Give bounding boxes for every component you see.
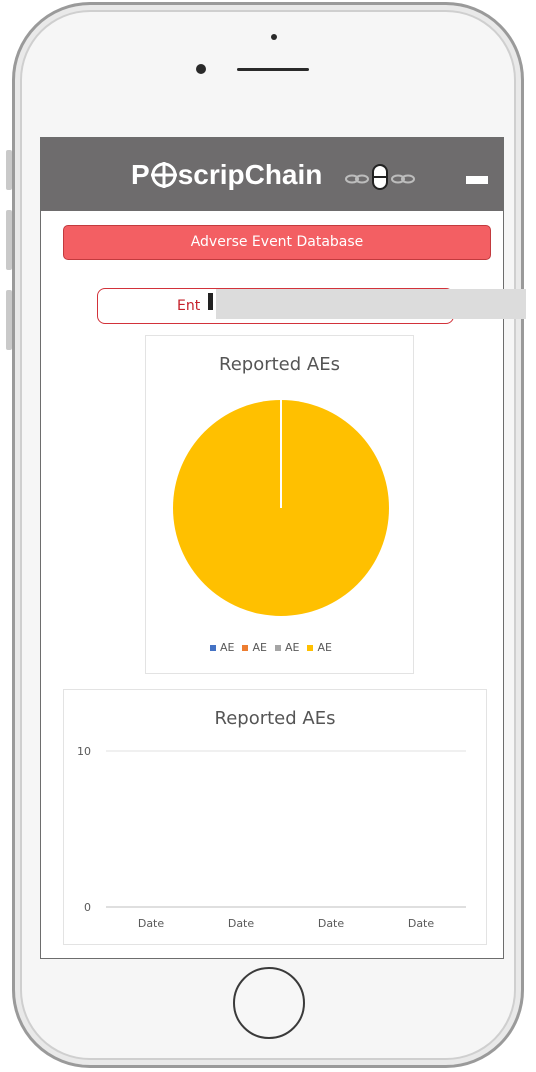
- pie-chart-card: Reported AEs AE AE AE AE: [145, 335, 414, 674]
- pie-legend: AE AE AE AE: [210, 641, 332, 654]
- pie-chart-title: Reported AEs: [219, 354, 340, 375]
- legend-item: AE: [210, 641, 234, 654]
- app-screen: P scripChain Adverse Event Database Ent …: [40, 137, 526, 959]
- legend-swatch: [242, 644, 249, 651]
- line-chart: 0 10 Date Date Date Date: [77, 745, 466, 930]
- y-tick-label: 0: [84, 901, 91, 914]
- legend-item: AE: [242, 641, 267, 654]
- legend-label: AE: [284, 641, 300, 654]
- legend-label: AE: [317, 641, 332, 654]
- legend-label: AE: [252, 641, 267, 654]
- x-tick-label: Date: [138, 917, 165, 930]
- search-input-value: Ent: [177, 298, 201, 314]
- x-tick-label: Date: [408, 917, 435, 930]
- logo-prefix: P: [131, 159, 150, 190]
- volume-down-button: [6, 290, 12, 350]
- front-camera: [196, 64, 206, 74]
- legend-swatch: [274, 644, 281, 651]
- legend-swatch: [307, 644, 314, 651]
- text-cursor: [208, 293, 213, 310]
- pie-chart: [173, 400, 389, 616]
- legend-label: AE: [220, 641, 235, 654]
- hamburger-icon[interactable]: [466, 176, 488, 184]
- legend-item: AE: [274, 641, 300, 654]
- chain-pill-icon: [345, 164, 415, 190]
- adverse-event-database-button[interactable]: Adverse Event Database: [63, 225, 491, 260]
- x-tick-label: Date: [228, 917, 255, 930]
- logo-suffix: scripChain: [177, 159, 323, 190]
- side-button: [6, 150, 12, 190]
- legend-swatch: [210, 644, 216, 651]
- x-tick-label: Date: [318, 917, 345, 930]
- earpiece-speaker: [237, 68, 309, 71]
- autocomplete-dropdown[interactable]: [216, 289, 526, 319]
- top-bar: P scripChain: [41, 138, 503, 211]
- app-logo: P scripChain: [131, 160, 322, 190]
- y-tick-label: 10: [77, 745, 91, 758]
- volume-up-button: [6, 210, 12, 270]
- line-chart-card: Reported AEs 0 10 Date Date Date Date: [63, 689, 487, 945]
- front-sensor: [271, 34, 277, 40]
- crosshair-icon: [150, 162, 177, 188]
- home-button[interactable]: [233, 967, 305, 1039]
- legend-item: AE: [307, 641, 332, 654]
